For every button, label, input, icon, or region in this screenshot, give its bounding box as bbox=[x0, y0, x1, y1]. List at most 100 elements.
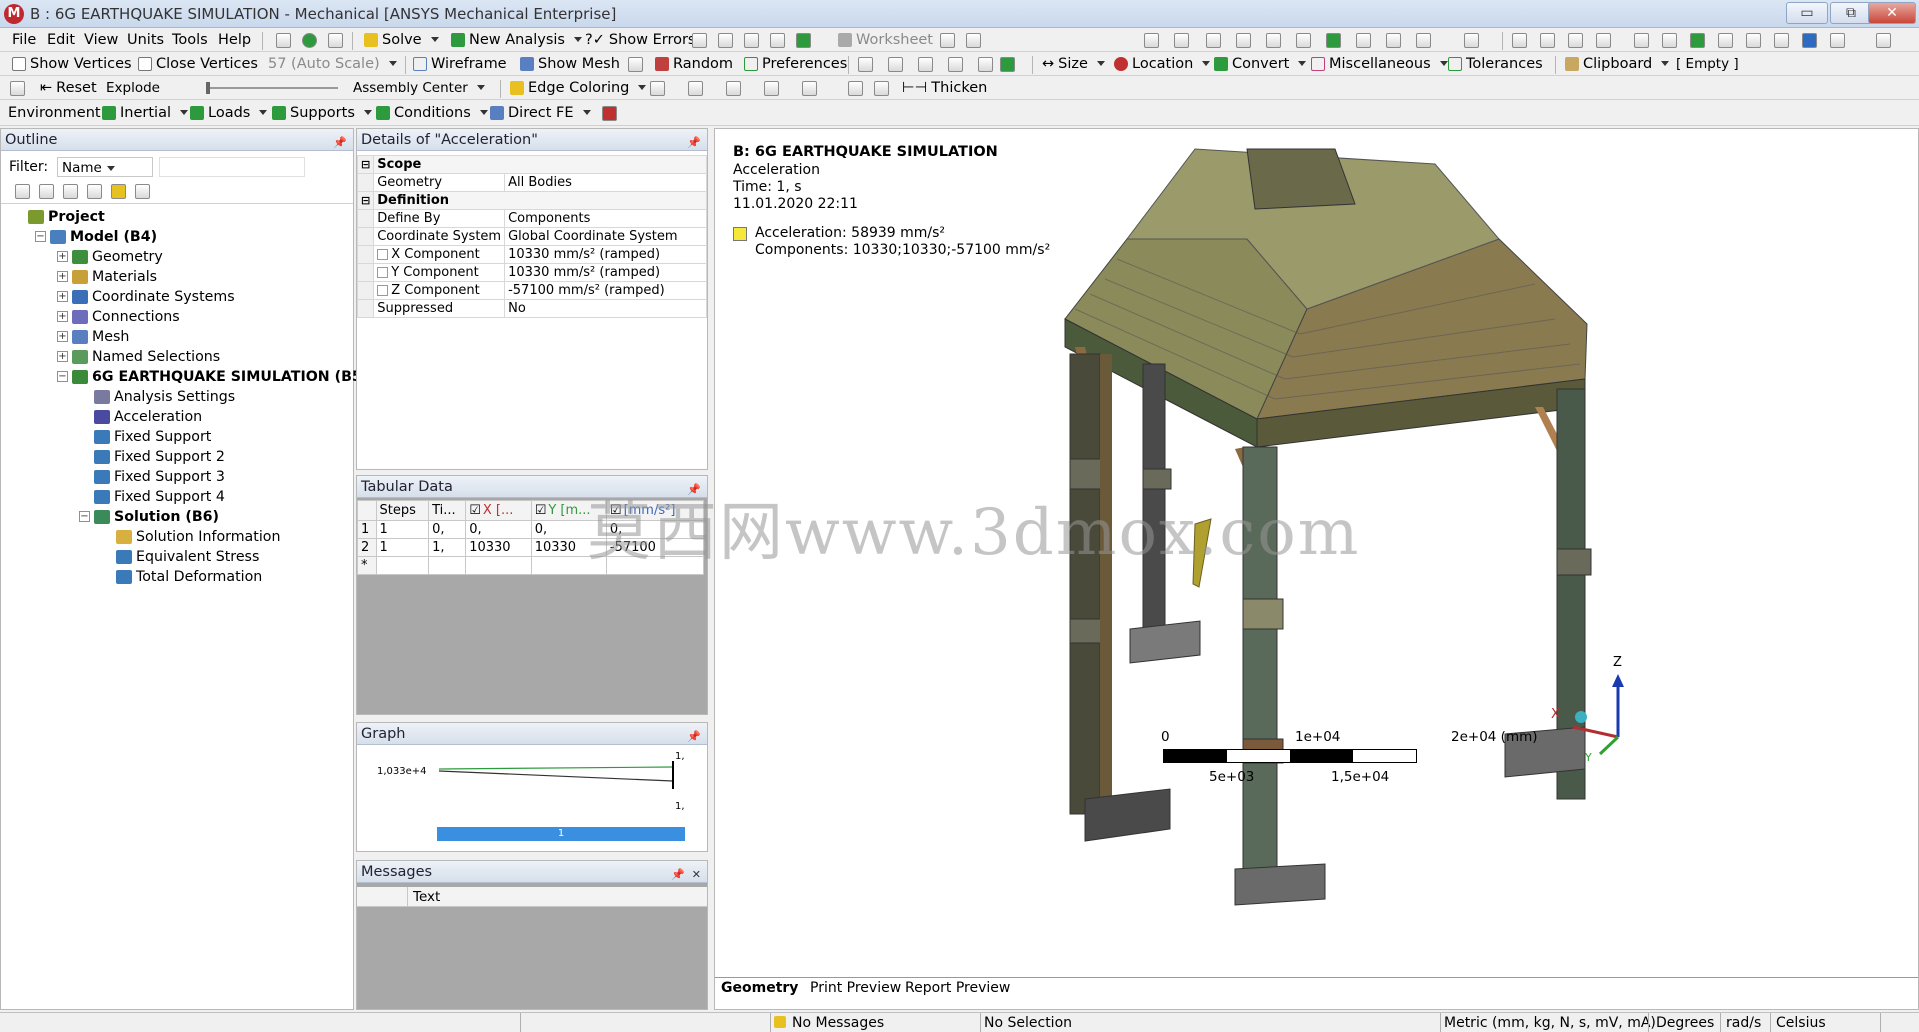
set-view-icon[interactable] bbox=[1802, 33, 1817, 48]
outline-tool-1-icon[interactable] bbox=[15, 184, 30, 199]
tree-item[interactable]: Fixed Support bbox=[79, 427, 211, 446]
collapse-icon[interactable]: − bbox=[35, 231, 46, 242]
image-icon[interactable] bbox=[744, 33, 759, 48]
expand-icon[interactable]: + bbox=[57, 291, 68, 302]
edge-coloring-dropdown[interactable]: Edge Coloring bbox=[510, 76, 646, 99]
preferences-button[interactable]: Preferences bbox=[744, 52, 847, 75]
anchor-icon[interactable] bbox=[628, 57, 643, 72]
zoom-box-icon[interactable] bbox=[1596, 33, 1611, 48]
align-3-icon[interactable] bbox=[918, 57, 933, 72]
graphics-viewport[interactable]: B: 6G EARTHQUAKE SIMULATION Acceleration… bbox=[587, 128, 1919, 1010]
collapse-icon[interactable]: − bbox=[57, 371, 68, 382]
details-row[interactable]: Define By Components bbox=[356, 209, 707, 228]
viewport-icon[interactable] bbox=[1830, 33, 1845, 48]
select-mode-icon[interactable] bbox=[1174, 33, 1189, 48]
tree-item[interactable]: Fixed Support 4 bbox=[79, 487, 225, 506]
explode-tool-icon[interactable] bbox=[10, 81, 25, 96]
tree-item[interactable]: + Named Selections bbox=[57, 347, 220, 366]
menu-units[interactable]: Units bbox=[127, 28, 164, 51]
body-select-icon[interactable] bbox=[1296, 33, 1311, 48]
pin-icon[interactable] bbox=[848, 81, 863, 96]
edge-icon-2[interactable] bbox=[688, 81, 703, 96]
tree-item[interactable]: Project bbox=[13, 207, 105, 226]
table-icon[interactable] bbox=[692, 33, 707, 48]
close-button[interactable]: ✕ bbox=[1868, 2, 1916, 24]
status-rate[interactable]: rad/s bbox=[1726, 1015, 1761, 1031]
tree-item[interactable]: Analysis Settings bbox=[79, 387, 235, 406]
status-units[interactable]: Metric (mm, kg, N, s, mV, mA) bbox=[1444, 1015, 1656, 1031]
vertex-select-icon[interactable] bbox=[1206, 33, 1221, 48]
expand-icon[interactable]: + bbox=[57, 251, 68, 262]
element-select-icon[interactable] bbox=[1356, 33, 1371, 48]
rotate-icon[interactable] bbox=[1512, 33, 1527, 48]
solve-button[interactable]: Solve bbox=[364, 28, 439, 51]
chart-icon[interactable] bbox=[718, 33, 733, 48]
parameter-checkbox[interactable] bbox=[377, 267, 389, 278]
align-2-icon[interactable] bbox=[888, 57, 903, 72]
align-4-icon[interactable] bbox=[948, 57, 963, 72]
cursor-icon[interactable] bbox=[940, 33, 955, 48]
tab-report-preview[interactable]: Report Preview bbox=[905, 980, 1010, 996]
menu-view[interactable]: View bbox=[84, 28, 118, 51]
outline-expand-icon[interactable] bbox=[87, 184, 102, 199]
tree-item[interactable]: Acceleration bbox=[79, 407, 202, 426]
details-row[interactable]: Y Component 10330 mm/s² (ramped) bbox=[356, 263, 707, 282]
clipboard-dropdown[interactable]: Clipboard bbox=[1565, 52, 1669, 75]
tree-item[interactable]: − Solution (B6) bbox=[79, 507, 219, 526]
edge-select-icon[interactable] bbox=[1236, 33, 1251, 48]
edge-icon-4[interactable] bbox=[764, 81, 779, 96]
reset-button[interactable]: ⇤ Reset bbox=[40, 76, 97, 99]
edge-icon-3[interactable] bbox=[726, 81, 741, 96]
previous-view-icon[interactable] bbox=[1718, 33, 1733, 48]
details-row[interactable]: Coordinate System Global Coordinate Syste… bbox=[356, 227, 707, 246]
pin-icon[interactable]: 📌 bbox=[671, 864, 685, 886]
menu-tools[interactable]: Tools bbox=[172, 28, 208, 51]
cube-icon[interactable] bbox=[1464, 33, 1479, 48]
pan-icon[interactable] bbox=[1540, 33, 1555, 48]
pin-icon[interactable]: 📌 bbox=[687, 726, 701, 748]
convert-dropdown[interactable]: Convert bbox=[1214, 52, 1306, 75]
tree-item[interactable]: + Geometry bbox=[57, 247, 163, 266]
edge-icon-5[interactable] bbox=[802, 81, 817, 96]
maximize-button[interactable]: ⧉ bbox=[1830, 2, 1872, 24]
wireframe-button[interactable]: Wireframe bbox=[413, 52, 507, 75]
parameter-checkbox[interactable] bbox=[377, 285, 389, 296]
status-angle[interactable]: Degrees bbox=[1656, 1015, 1714, 1031]
status-temperature[interactable]: Celsius bbox=[1776, 1015, 1826, 1031]
close-vertices-button[interactable]: Close Vertices bbox=[138, 52, 258, 75]
random-button[interactable]: Random bbox=[655, 52, 733, 75]
new-analysis-button[interactable]: New Analysis bbox=[451, 28, 582, 51]
outline-folder-icon[interactable] bbox=[111, 184, 126, 199]
outline-tool-2-icon[interactable] bbox=[39, 184, 54, 199]
tree-item[interactable]: Equivalent Stress bbox=[101, 547, 259, 566]
minimize-button[interactable]: ▭ bbox=[1786, 2, 1828, 24]
tree-item[interactable]: Solution Information bbox=[101, 527, 280, 546]
tree-item[interactable]: + Mesh bbox=[57, 327, 129, 346]
pin-icon[interactable]: 📌 bbox=[687, 132, 701, 154]
direct-fe-dropdown[interactable]: Direct FE bbox=[490, 100, 591, 125]
tree-item[interactable]: − 6G EARTHQUAKE SIMULATION (B5) bbox=[57, 367, 368, 386]
magnifier-window-icon[interactable] bbox=[1690, 33, 1705, 48]
tag-icon[interactable] bbox=[966, 33, 981, 48]
pin-icon[interactable]: 📌 bbox=[333, 132, 347, 154]
tab-geometry[interactable]: Geometry bbox=[721, 980, 798, 996]
thicken-button[interactable]: ⊢⊣ Thicken bbox=[902, 76, 987, 99]
messages-text-column[interactable]: Text bbox=[413, 889, 440, 905]
tab-print-preview[interactable]: Print Preview bbox=[810, 980, 901, 996]
tree-item[interactable]: Total Deformation bbox=[101, 567, 262, 586]
zoom-to-fit-icon[interactable] bbox=[1634, 33, 1649, 48]
face-select-icon[interactable] bbox=[1266, 33, 1281, 48]
view-icon[interactable] bbox=[796, 33, 811, 48]
isometric-view-icon[interactable] bbox=[1774, 33, 1789, 48]
expand-icon[interactable]: + bbox=[57, 331, 68, 342]
align-icon[interactable] bbox=[858, 57, 873, 72]
collapse-icon[interactable]: − bbox=[79, 511, 90, 522]
commands-icon[interactable] bbox=[602, 106, 617, 121]
expand-icon[interactable]: + bbox=[57, 351, 68, 362]
show-mesh-button[interactable]: Show Mesh bbox=[520, 52, 620, 75]
select-icon[interactable] bbox=[1144, 33, 1159, 48]
filter-search-input[interactable] bbox=[159, 157, 305, 177]
thicken-edges-icon[interactable] bbox=[874, 81, 889, 96]
expand-icon[interactable] bbox=[1416, 33, 1431, 48]
show-errors-button[interactable]: ?✓ Show Errors bbox=[585, 28, 696, 51]
